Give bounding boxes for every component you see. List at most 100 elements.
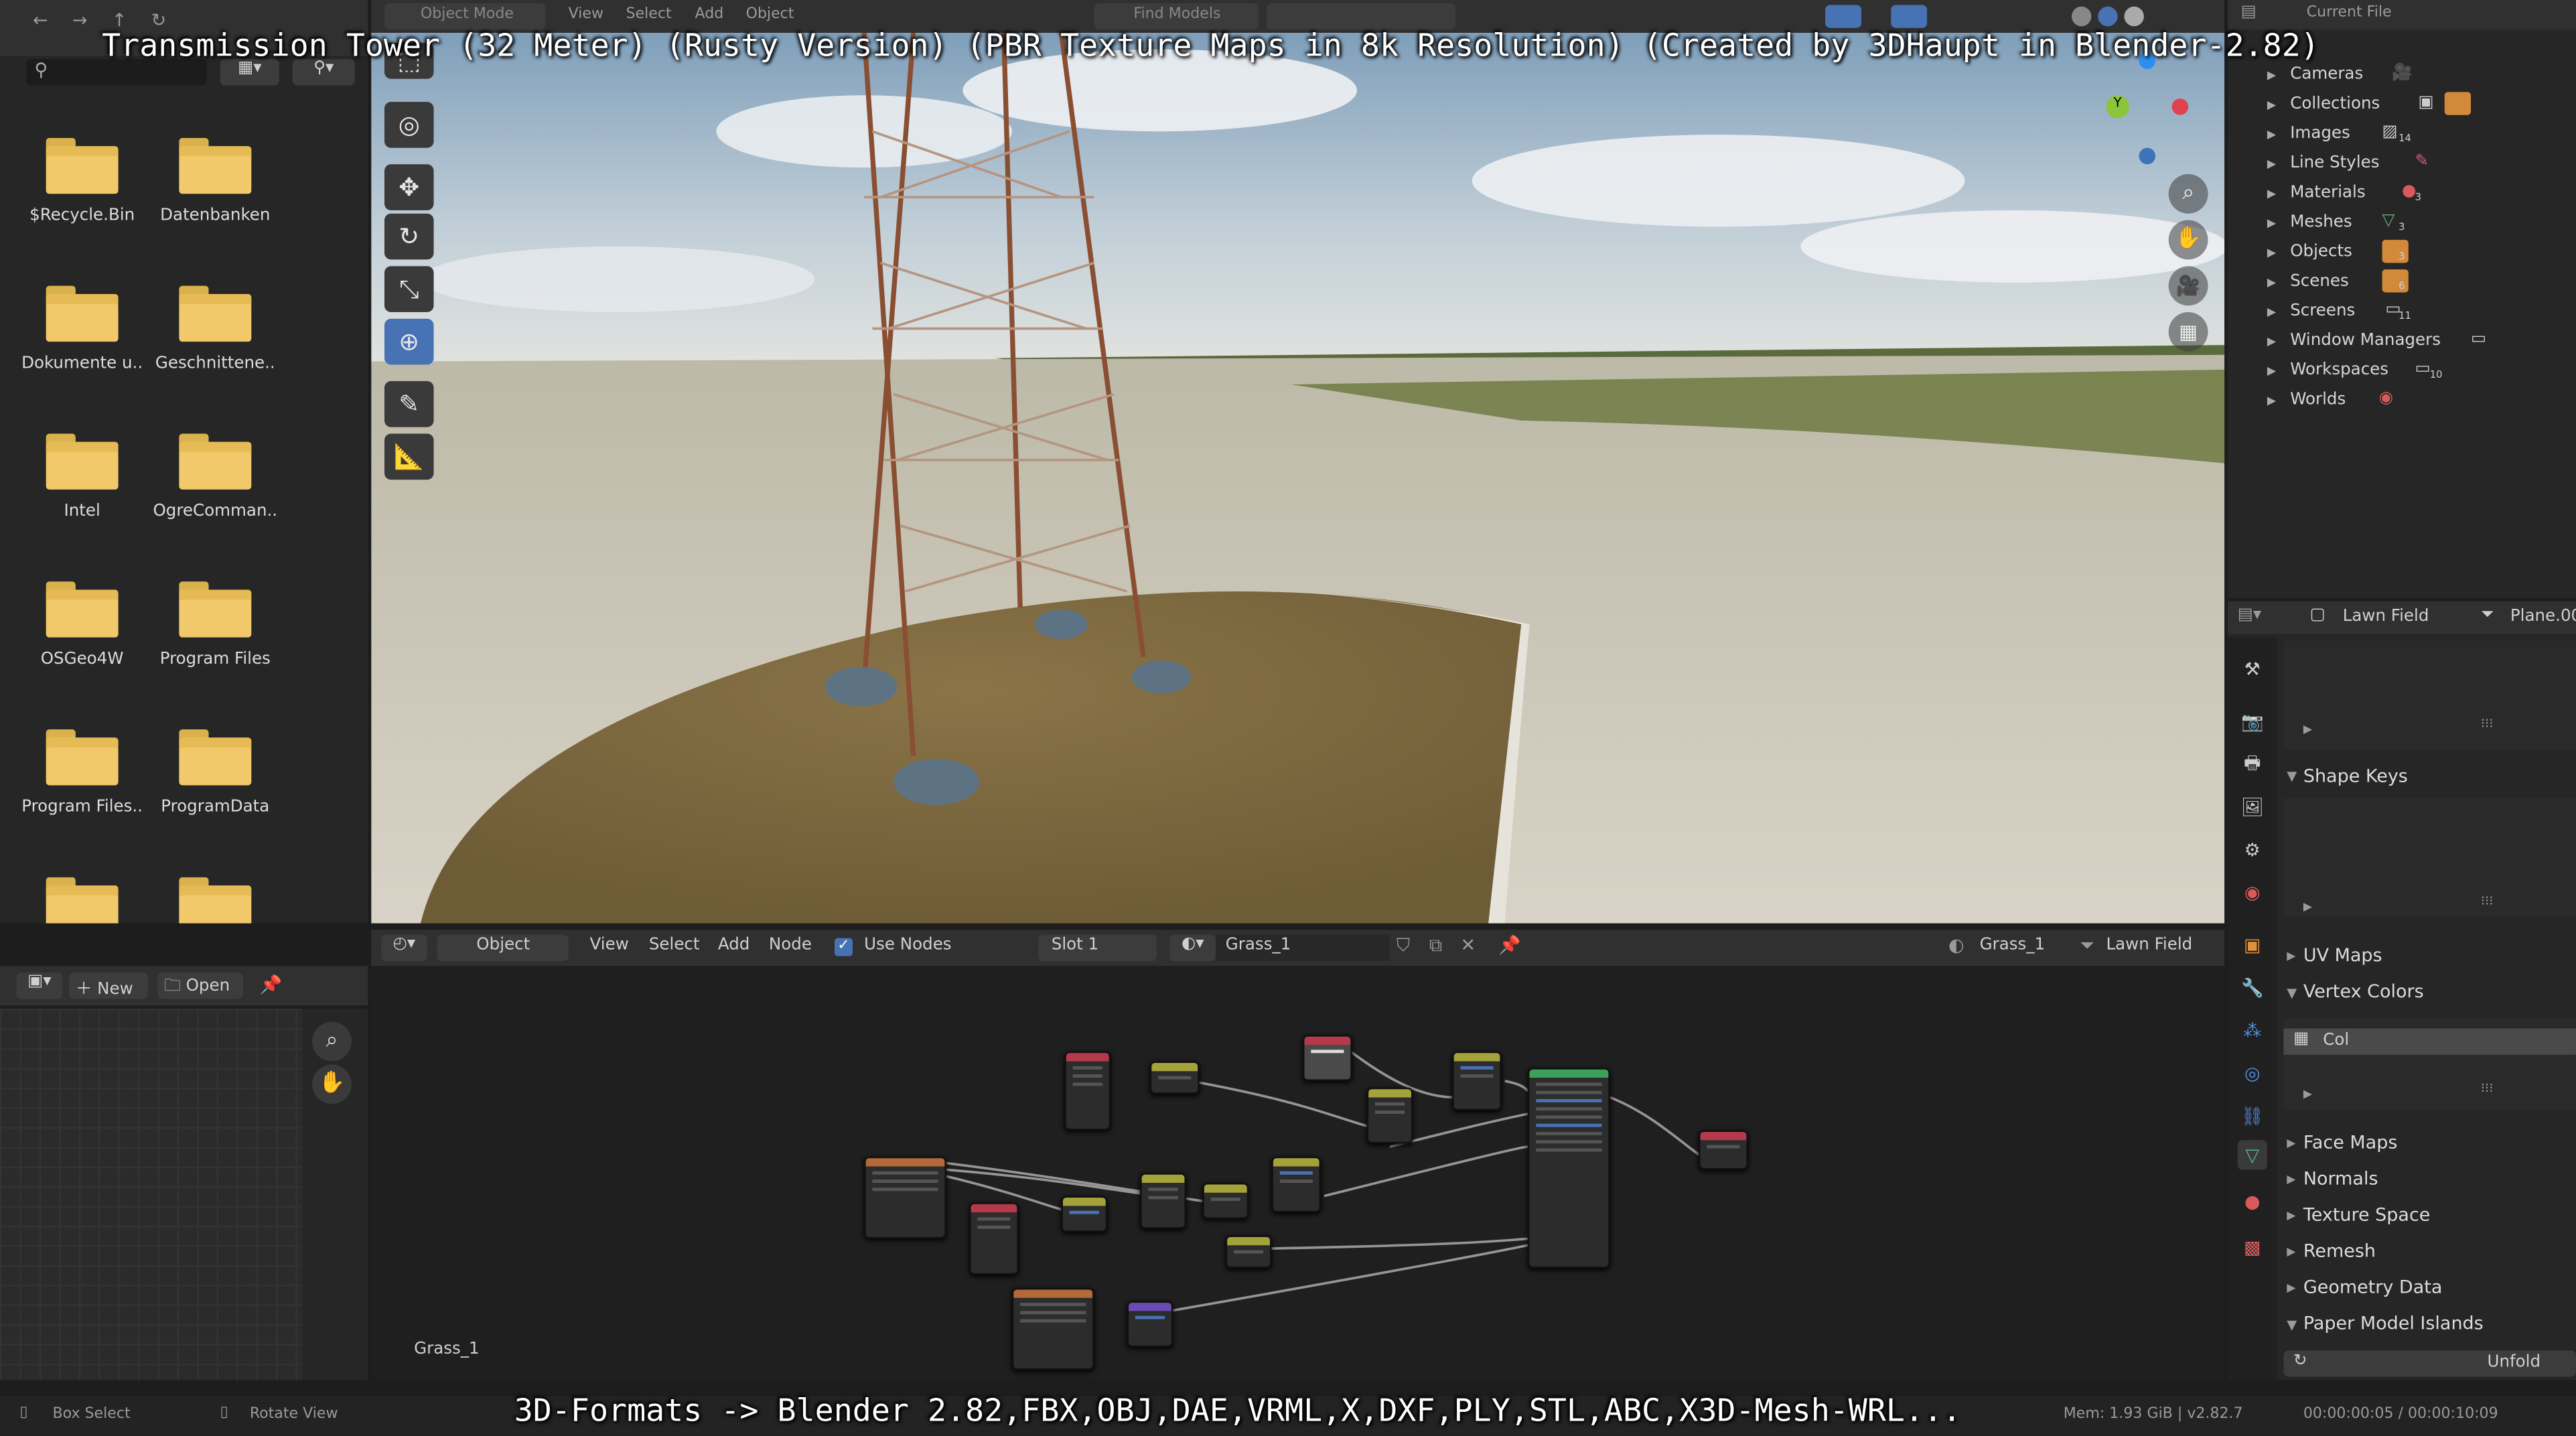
object-mode-dropdown[interactable]: Object Mode — [384, 3, 546, 30]
object-right-label[interactable]: Lawn Field — [2106, 936, 2192, 954]
collapse-arrow-icon[interactable]: ▼ — [2287, 769, 2297, 784]
gizmo-neg-z[interactable] — [2139, 147, 2156, 165]
vector-node-1[interactable] — [1127, 1301, 1173, 1348]
folder-programdata[interactable]: ProgramData — [149, 729, 281, 816]
modifier-tab-icon[interactable]: 🔧 — [2238, 973, 2267, 1002]
unlink-material-icon[interactable]: ✕ — [1461, 935, 1476, 956]
pin-icon[interactable]: 📌 — [1498, 935, 1521, 956]
expand-arrow-icon[interactable]: ▶ — [2267, 69, 2276, 82]
particles-tab-icon[interactable]: ⁂ — [2238, 1015, 2267, 1045]
world-tab-icon[interactable]: ◉ — [2238, 877, 2267, 907]
outliner-item-materials[interactable]: Materials — [2290, 184, 2365, 202]
node-menu-node[interactable]: Node — [769, 936, 812, 954]
scale-tool[interactable]: ⤡ — [384, 266, 434, 313]
outliner-item-screens[interactable]: Screens — [2290, 302, 2355, 320]
3d-viewport[interactable]: ⬚ ◎ ✥ ↻ ⤡ ⊕ ✎ 📐 Y ⌕ ✋ 🎥 ▦ — [371, 33, 2225, 924]
math-node-3[interactable] — [1061, 1196, 1108, 1232]
move-tool[interactable]: ✥ — [384, 164, 434, 210]
image-texture-node-3[interactable] — [969, 1202, 1019, 1275]
image-texture-node-4[interactable] — [1011, 1287, 1094, 1370]
folder-geschnittene[interactable]: Geschnittene.. — [149, 285, 281, 373]
image-zoom-icon[interactable]: ⌕ — [312, 1021, 352, 1062]
open-image-button[interactable]: 🗀 Open — [157, 973, 244, 999]
forward-arrow-icon[interactable]: → — [72, 10, 88, 31]
folder-partial-1[interactable] — [17, 877, 148, 924]
folder-intel[interactable]: Intel — [17, 433, 148, 521]
render-tab-icon[interactable]: 📷 — [2238, 707, 2267, 736]
xray-icon[interactable] — [1891, 5, 1928, 28]
transform-tool[interactable]: ⊕ — [384, 318, 434, 365]
texture-space-header[interactable]: Texture Space — [2303, 1204, 2431, 1226]
image-texture-node-2[interactable] — [1064, 1051, 1111, 1131]
object-tab-icon[interactable]: ▣ — [2238, 930, 2267, 959]
expand-arrow-icon[interactable]: ▶ — [2267, 246, 2276, 260]
properties-mesh-name[interactable]: Plane.00 — [2510, 608, 2576, 626]
list-resize-grip-icon[interactable]: ⁝⁝⁝ — [2481, 716, 2494, 731]
outliner-item-images[interactable]: Images — [2290, 125, 2350, 143]
remesh-header[interactable]: Remesh — [2303, 1240, 2376, 1262]
node-menu-view[interactable]: View — [590, 936, 629, 954]
menu-object[interactable]: Object — [746, 7, 794, 23]
display-mode-icon[interactable]: ▤ — [2241, 3, 2257, 21]
shape-keys-header[interactable]: Shape Keys — [2303, 766, 2408, 787]
tool-tab-icon[interactable]: ⚒ — [2238, 654, 2267, 683]
normals-header[interactable]: Normals — [2303, 1168, 2378, 1190]
rendered-shading-icon[interactable] — [2124, 6, 2144, 27]
image-editor-type-button[interactable]: ▣▾ — [16, 973, 63, 999]
gizmo-x-axis[interactable] — [2171, 98, 2189, 115]
new-image-button[interactable]: ＋ New — [69, 973, 148, 999]
expand-arrow-icon[interactable]: ▶ — [2267, 305, 2276, 319]
list-resize-grip-icon[interactable]: ⁝⁝⁝ — [2481, 893, 2494, 908]
expand-arrow-icon[interactable]: ▶ — [2267, 188, 2276, 201]
pan-hand-icon[interactable]: ✋ — [2168, 220, 2208, 260]
menu-view[interactable]: View — [569, 7, 603, 23]
node-menu-add[interactable]: Add — [718, 936, 750, 954]
material-shading-icon[interactable] — [2098, 6, 2118, 27]
expand-arrow-icon[interactable]: ▶ — [2287, 1137, 2295, 1150]
expand-arrow-icon[interactable]: ▶ — [2267, 217, 2276, 230]
vertex-colors-list[interactable]: ▦ Col ▶ ⁝⁝⁝ — [2283, 1018, 2576, 1111]
shader-type-dropdown[interactable]: Object — [437, 934, 569, 961]
annotate-tool[interactable]: ✎ — [384, 381, 434, 427]
fake-user-icon[interactable]: ⛉ — [1397, 935, 1410, 958]
perspective-grid-icon[interactable]: ▦ — [2168, 312, 2208, 352]
properties-editor-type-icon[interactable]: ▤▾ — [2238, 606, 2261, 624]
expand-arrow-icon[interactable]: ▶ — [2267, 276, 2276, 289]
list-expand-icon[interactable]: ▶ — [2303, 900, 2312, 914]
mix-node-2[interactable] — [1271, 1156, 1321, 1213]
mix-node-1[interactable] — [1452, 1051, 1502, 1111]
vertex-colors-header[interactable]: Vertex Colors — [2303, 981, 2424, 1002]
collapse-arrow-icon[interactable]: ▼ — [2287, 986, 2297, 1001]
solid-shading-icon[interactable] — [2071, 6, 2092, 27]
outliner-item-objects[interactable]: Objects — [2290, 243, 2352, 261]
physics-tab-icon[interactable]: ◎ — [2238, 1058, 2267, 1088]
use-nodes-checkbox[interactable]: ✓ — [835, 938, 853, 956]
editor-type-button[interactable]: ◴▾ — [381, 934, 427, 961]
folder-partial-2[interactable] — [149, 877, 281, 924]
mesh-data-tab-icon[interactable]: ▽ — [2237, 1140, 2267, 1170]
outliner-item-worlds[interactable]: Worlds — [2290, 391, 2346, 409]
list-expand-icon[interactable]: ▶ — [2303, 723, 2312, 736]
material-right-label[interactable]: Grass_1 — [1980, 936, 2046, 954]
outliner-item-workspaces[interactable]: Workspaces — [2290, 362, 2388, 380]
outliner-item-cameras[interactable]: Cameras — [2290, 66, 2363, 84]
properties-object-name[interactable]: Lawn Field — [2343, 608, 2429, 626]
principled-bsdf-node[interactable] — [1528, 1068, 1610, 1269]
zoom-icon[interactable]: ⌕ — [2168, 173, 2208, 214]
math-node-1[interactable] — [1149, 1061, 1200, 1094]
slot-dropdown[interactable]: Slot 1 — [1038, 934, 1157, 961]
outliner-item-collections[interactable]: Collections — [2290, 95, 2380, 113]
expand-arrow-icon[interactable]: ▶ — [2267, 365, 2276, 378]
unfold-button[interactable]: ↻ Unfold — [2283, 1350, 2576, 1377]
outliner-item-window-managers[interactable]: Window Managers — [2290, 332, 2441, 350]
expand-arrow-icon[interactable]: ▶ — [2267, 157, 2276, 171]
cursor-tool[interactable]: ◎ — [384, 102, 434, 148]
expand-arrow-icon[interactable]: ▶ — [2267, 98, 2276, 112]
expand-arrow-icon[interactable]: ▶ — [2287, 950, 2295, 963]
scene-tab-icon[interactable]: ⚙ — [2238, 835, 2267, 864]
duplicate-material-icon[interactable]: ⧉ — [1429, 935, 1442, 958]
expand-arrow-icon[interactable]: ▶ — [2287, 1245, 2295, 1259]
expand-arrow-icon[interactable]: ▶ — [2267, 128, 2276, 141]
face-maps-header[interactable]: Face Maps — [2303, 1132, 2398, 1153]
back-arrow-icon[interactable]: ← — [33, 10, 48, 31]
